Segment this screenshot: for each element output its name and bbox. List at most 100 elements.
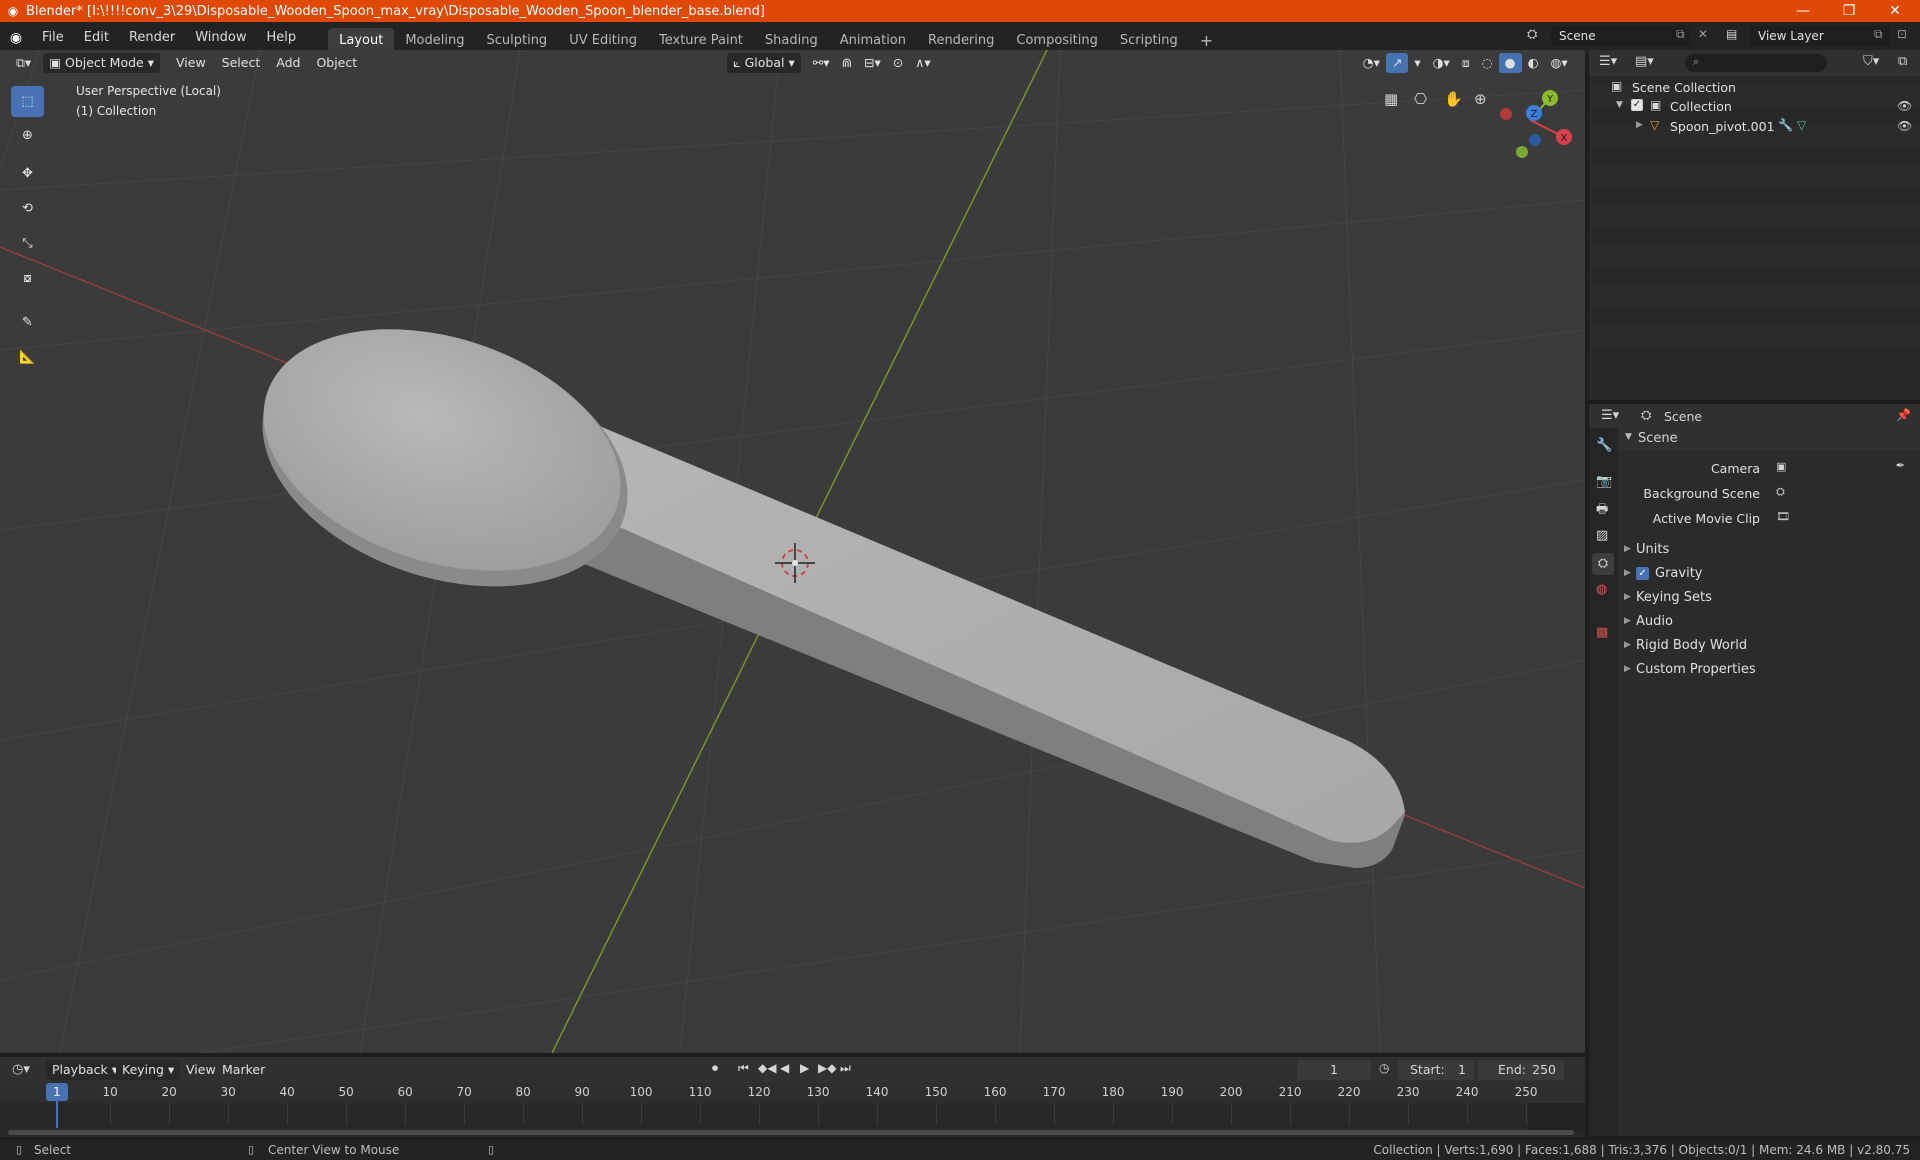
xray-icon[interactable]: ⧈ — [1456, 53, 1476, 73]
remove-view-layer-icon[interactable]: ⊡ — [1897, 27, 1907, 41]
select-box-tool-icon[interactable]: ⬚ — [11, 86, 44, 117]
grid-view-icon[interactable]: ▦ — [1384, 90, 1398, 108]
units-panel[interactable]: ▶ Units — [1624, 539, 1669, 559]
wireframe-shading-icon[interactable]: ◌ — [1476, 53, 1499, 73]
scene-tab-icon[interactable]: ⛭ — [1592, 553, 1614, 575]
outliner-editor-icon[interactable]: ☰▾ — [1599, 54, 1617, 69]
close-button[interactable]: ✕ — [1872, 0, 1918, 22]
object-item[interactable]: Spoon_pivot.001 — [1670, 119, 1775, 134]
object-mode-dropdown[interactable]: ▣ Object Mode ▾ — [43, 53, 160, 73]
filter-icon[interactable]: ⛉▾ — [1863, 54, 1879, 69]
gravity-panel[interactable]: ▶ ✓ Gravity — [1624, 563, 1702, 583]
editor-type-icon[interactable]: ⧉▾ — [10, 53, 37, 73]
transform-tool-icon[interactable]: ⧇ — [11, 263, 44, 294]
collection-visibility-eye-icon[interactable]: 👁 — [1897, 99, 1912, 113]
scale-tool-icon[interactable]: ⤡ — [11, 228, 44, 259]
visibility-icon[interactable]: ◔▾ — [1357, 53, 1386, 73]
overlay-toggle-icon[interactable]: ◑▾ — [1427, 53, 1456, 73]
tool-tab-icon[interactable]: 🔧 — [1596, 438, 1612, 453]
playhead-line[interactable] — [56, 1100, 58, 1128]
playback-menu[interactable]: Playback ▾ — [46, 1060, 125, 1080]
jump-end-icon[interactable]: ⏭ — [840, 1061, 851, 1076]
preview-range-icon[interactable]: ◷ — [1379, 1061, 1389, 1075]
render-tab-icon[interactable]: 📷 — [1596, 474, 1612, 489]
measure-tool-icon[interactable]: 📐 — [11, 342, 44, 373]
move-tool-icon[interactable]: ✥ — [11, 158, 44, 189]
menu-select[interactable]: Select — [216, 53, 267, 73]
active-movie-clip-field[interactable]: 🎞 — [1770, 509, 1911, 529]
solid-shading-icon[interactable]: ● — [1498, 53, 1522, 73]
scene-section-header[interactable]: Scene — [1638, 431, 1678, 446]
object-visibility-eye-icon[interactable]: 👁 — [1897, 119, 1912, 133]
rendered-shading-icon[interactable]: ◍▾ — [1545, 53, 1574, 73]
view-layer-selector[interactable]: View Layer — [1750, 26, 1890, 46]
play-icon[interactable]: ▶ — [800, 1061, 809, 1075]
current-frame-field[interactable]: 1 — [1297, 1060, 1371, 1080]
material-shading-icon[interactable]: ◐ — [1522, 53, 1545, 73]
camera-field[interactable]: ▣ ✒ — [1770, 459, 1911, 479]
falloff-icon[interactable]: ∧▾ — [909, 53, 936, 73]
outliner-search-input[interactable]: ⌕ — [1685, 54, 1827, 72]
rigid-body-world-panel[interactable]: ▶ Rigid Body World — [1624, 635, 1747, 655]
timeline-scrollbar[interactable] — [8, 1130, 1574, 1135]
collection-item[interactable]: Collection — [1670, 99, 1732, 114]
background-scene-field[interactable]: ⛭ — [1770, 484, 1911, 504]
modifier-wrench-icon[interactable]: 🔧 — [1778, 118, 1793, 132]
gravity-checkbox[interactable]: ✓ — [1636, 566, 1649, 580]
properties-editor-icon[interactable]: ☰▾ — [1601, 408, 1619, 423]
3d-viewport[interactable]: Y X Z User Perspective (Local) (1) Colle… — [0, 50, 1585, 1053]
pivot-icon[interactable]: ⚯▾ — [807, 53, 836, 73]
play-reverse-icon[interactable]: ◀ — [780, 1061, 789, 1075]
eyedropper-icon[interactable]: ✒ — [1896, 459, 1905, 472]
gizmo-dropdown-icon[interactable]: ▾ — [1408, 53, 1426, 73]
restore-button[interactable]: ❐ — [1826, 0, 1872, 22]
scene-section-collapse-icon[interactable]: ▼ — [1625, 432, 1632, 442]
prev-keyframe-icon[interactable]: ◆◀ — [758, 1061, 776, 1075]
cursor-tool-icon[interactable]: ⊕ — [11, 120, 44, 151]
pin-icon[interactable]: 📌 — [1896, 408, 1911, 422]
remove-scene-icon[interactable]: ✕ — [1698, 27, 1708, 41]
pan-view-icon[interactable]: ✋ — [1444, 90, 1463, 108]
new-view-layer-icon[interactable]: ⧉ — [1874, 27, 1883, 42]
scene-collection-item[interactable]: Scene Collection — [1632, 80, 1736, 95]
record-icon[interactable]: ⏺ — [712, 1061, 718, 1076]
jump-start-icon[interactable]: ⏮ — [738, 1061, 749, 1076]
new-scene-icon[interactable]: ⧉ — [1676, 27, 1685, 42]
minimize-button[interactable]: — — [1780, 0, 1826, 22]
scene-selector[interactable]: Scene — [1551, 26, 1691, 46]
collection-expand-icon[interactable]: ▼ — [1616, 100, 1623, 110]
start-frame-field[interactable]: Start: 1 — [1398, 1060, 1474, 1080]
camera-view-icon[interactable]: ⎔ — [1414, 90, 1427, 108]
zoom-view-icon[interactable]: ⊕ — [1474, 90, 1487, 108]
marker-menu[interactable]: Marker — [216, 1060, 271, 1080]
audio-panel[interactable]: ▶ Audio — [1624, 611, 1673, 631]
blender-menu-icon[interactable]: ◉ — [0, 30, 32, 46]
next-keyframe-icon[interactable]: ▶◆ — [818, 1061, 836, 1075]
playhead-frame-badge[interactable]: 1 — [46, 1083, 68, 1101]
view-layer-browse-icon[interactable]: ▤ — [1726, 27, 1737, 41]
world-tab-icon[interactable]: ◍ — [1596, 582, 1607, 597]
new-collection-icon[interactable]: ⧉ — [1898, 54, 1907, 69]
scene-browse-icon[interactable]: ⛭ — [1527, 27, 1537, 42]
annotate-tool-icon[interactable]: ✎ — [11, 307, 44, 338]
keying-sets-panel[interactable]: ▶ Keying Sets — [1624, 587, 1712, 607]
menu-object[interactable]: Object — [310, 53, 363, 73]
view-layer-tab-icon[interactable]: ▨ — [1596, 528, 1608, 543]
keying-menu[interactable]: Keying ▾ — [116, 1060, 181, 1080]
texture-tab-icon[interactable]: ▩ — [1596, 625, 1608, 640]
orientation-dropdown[interactable]: ⟀ Global ▾ — [727, 53, 801, 73]
menu-view[interactable]: View — [170, 53, 212, 73]
gizmo-toggle-icon[interactable]: ↗ — [1385, 53, 1409, 73]
output-tab-icon[interactable]: 🖶 — [1596, 500, 1608, 522]
custom-properties-panel[interactable]: ▶ Custom Properties — [1624, 659, 1756, 679]
rotate-tool-icon[interactable]: ⟲ — [11, 193, 44, 224]
menu-add[interactable]: Add — [270, 53, 306, 73]
display-mode-icon[interactable]: ▤▾ — [1635, 54, 1654, 69]
snap-target-icon[interactable]: ⊟▾ — [858, 53, 887, 73]
end-frame-field[interactable]: End: 250 — [1478, 1060, 1564, 1080]
proportional-edit-icon[interactable]: ⊙ — [887, 53, 909, 73]
mesh-data-icon[interactable]: ▽ — [1797, 118, 1806, 132]
timeline-editor-icon[interactable]: ◷▾ — [12, 1062, 30, 1077]
object-expand-icon[interactable]: ▶ — [1636, 120, 1643, 130]
snap-icon[interactable]: ⋒ — [836, 53, 858, 73]
